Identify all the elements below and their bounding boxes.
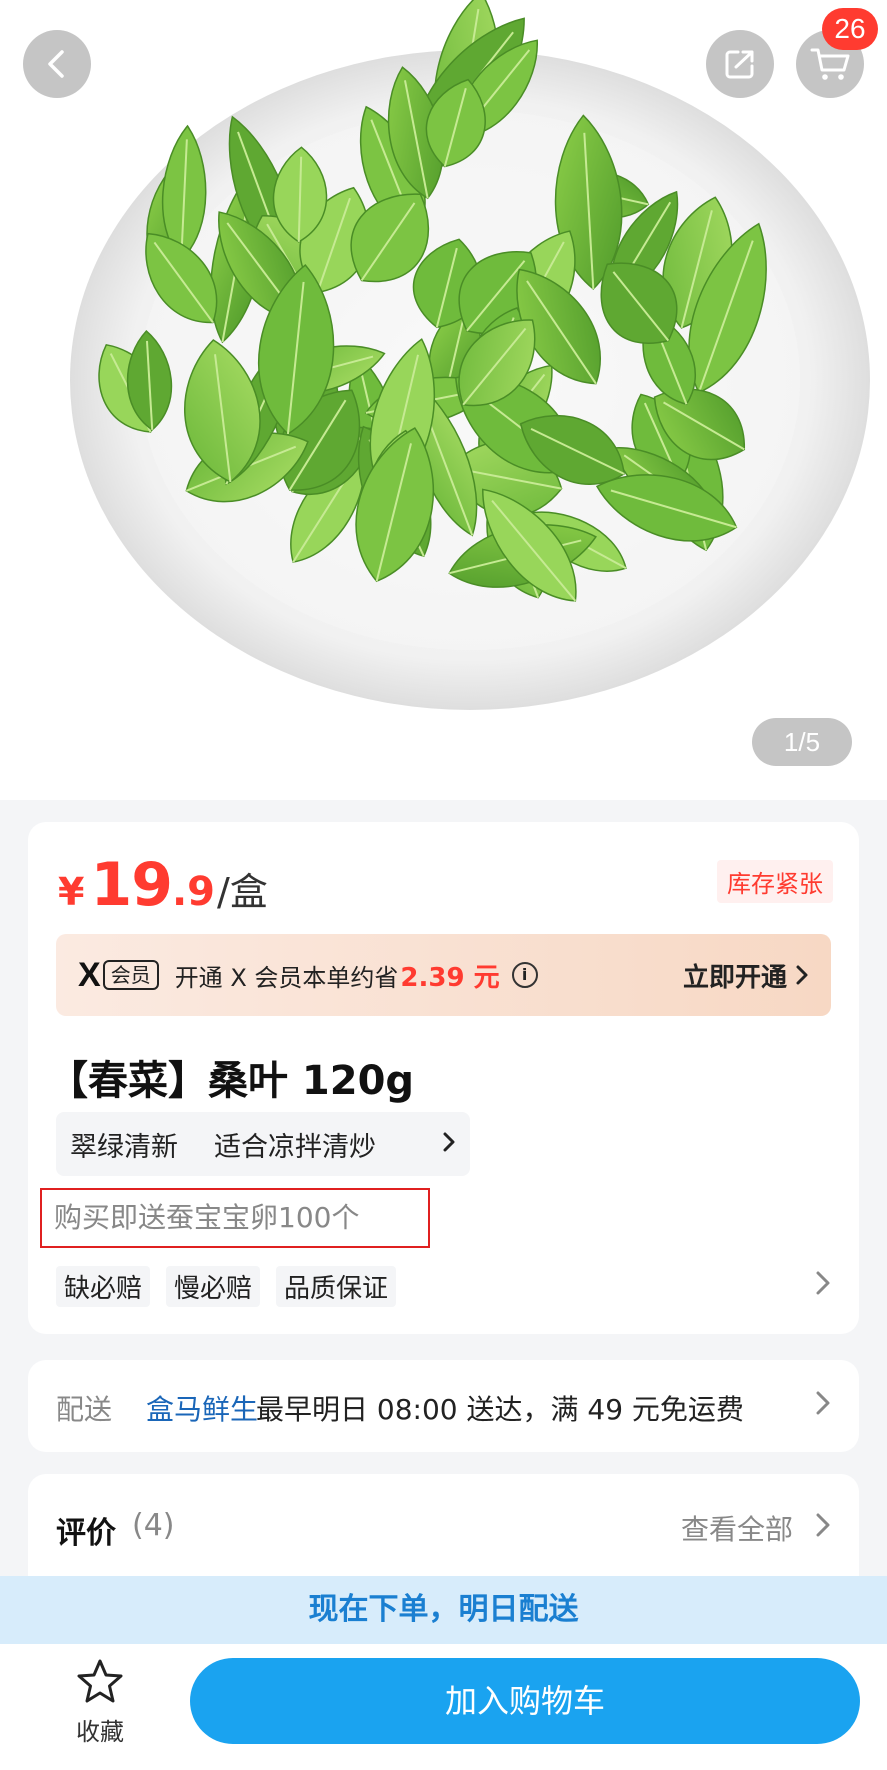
chevron-left-icon bbox=[48, 50, 64, 78]
guarantee-badge: 品质保证 bbox=[276, 1266, 397, 1307]
bottom-action-bar: 收藏 加入购物车 bbox=[0, 1644, 887, 1770]
product-tag: 翠绿清新 bbox=[70, 1131, 178, 1163]
share-button[interactable] bbox=[706, 30, 774, 98]
chevron-right-icon[interactable] bbox=[815, 1270, 831, 1296]
delivery-label: 配送 bbox=[56, 1393, 113, 1426]
price-integer: 19 bbox=[90, 850, 172, 920]
gift-promo-text: 购买即送蚕宝宝卵100个 bbox=[40, 1188, 430, 1248]
product-info-card: ¥ 19 .9 /盒 库存紧张 X 会员 开通 X 会员本单约省 2.39 元 … bbox=[28, 822, 859, 1334]
member-promo-text: 开通 X 会员本单约省 bbox=[174, 963, 399, 992]
favorite-button[interactable]: 收藏 bbox=[60, 1658, 140, 1747]
reviews-title: 评价 bbox=[56, 1516, 116, 1551]
price-currency: ¥ bbox=[58, 870, 85, 914]
guarantee-badge: 缺必赔 bbox=[56, 1266, 151, 1307]
product-tags[interactable]: 翠绿清新 适合凉拌清炒 bbox=[56, 1112, 470, 1176]
reviews-count: (4) bbox=[132, 1508, 175, 1543]
add-to-cart-button[interactable]: 加入购物车 bbox=[190, 1658, 860, 1744]
chevron-right-icon bbox=[796, 965, 808, 985]
favorite-label: 收藏 bbox=[76, 1718, 124, 1746]
delivery-store: 盒马鲜生 bbox=[146, 1393, 259, 1426]
service-guarantees[interactable]: 缺必赔 慢必赔 品质保证 bbox=[56, 1266, 397, 1307]
member-savings: 2.39 元 bbox=[400, 962, 500, 993]
share-icon bbox=[725, 50, 754, 79]
delivery-info-row[interactable]: 配送 盒马鲜生 最早明日 08:00 送达，满 49 元免运费 bbox=[28, 1360, 859, 1452]
x-member-logo: X bbox=[78, 955, 101, 994]
product-tag: 适合凉拌清炒 bbox=[214, 1131, 376, 1163]
product-title: 【春菜】桑叶 120g bbox=[48, 1058, 415, 1104]
info-icon[interactable]: i bbox=[511, 962, 538, 988]
price-unit: /盒 bbox=[216, 870, 268, 914]
chevron-right-icon bbox=[816, 1391, 830, 1415]
star-icon bbox=[77, 1659, 123, 1703]
chevron-right-icon[interactable] bbox=[442, 1129, 456, 1160]
chevron-right-icon[interactable] bbox=[815, 1512, 831, 1538]
price: ¥ 19 .9 /盒 bbox=[58, 850, 268, 920]
delivery-banner: 现在下单，明日配送 bbox=[0, 1576, 887, 1644]
open-membership-label: 立即开通 bbox=[682, 962, 787, 993]
cart-icon bbox=[810, 48, 850, 80]
member-tag: 会员 bbox=[102, 960, 159, 990]
image-pager: 1/5 bbox=[752, 718, 852, 766]
guarantee-badge: 慢必赔 bbox=[166, 1266, 261, 1307]
price-decimal: .9 bbox=[171, 869, 215, 915]
delivery-text: 最早明日 08:00 送达，满 49 元免运费 bbox=[256, 1393, 744, 1426]
see-all-reviews-link[interactable]: 查看全部 bbox=[681, 1508, 793, 1548]
cart-count-badge: 26 bbox=[822, 8, 878, 50]
open-membership-button[interactable]: 立即开通 bbox=[683, 957, 809, 994]
product-photo bbox=[70, 0, 870, 710]
product-image-gallery[interactable]: 26 1/5 bbox=[0, 0, 887, 800]
back-button[interactable] bbox=[23, 30, 91, 98]
stock-status-badge: 库存紧张 bbox=[717, 860, 833, 903]
member-promo-bar[interactable]: X 会员 开通 X 会员本单约省 2.39 元 i 立即开通 bbox=[56, 934, 831, 1016]
